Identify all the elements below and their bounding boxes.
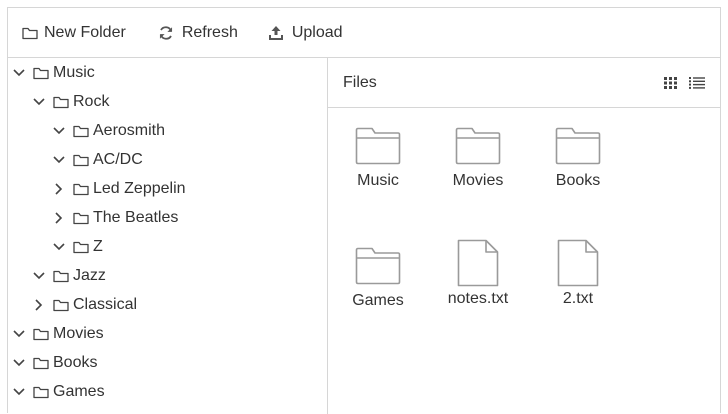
tree-node[interactable]: Movies: [11, 319, 104, 348]
chevron-down-icon[interactable]: [51, 239, 67, 255]
folder-tile[interactable]: Games: [333, 246, 423, 336]
tree-node[interactable]: AC/DC: [51, 145, 143, 174]
folder-icon: [73, 182, 89, 196]
tile-label: notes.txt: [447, 290, 509, 307]
tree-node[interactable]: Classical: [31, 290, 137, 319]
tree-node-label: Aerosmith: [93, 121, 166, 139]
tree-node[interactable]: Games: [11, 377, 105, 406]
folder-icon: [533, 126, 623, 166]
list-view-icon[interactable]: [688, 74, 706, 92]
refresh-icon: [159, 25, 172, 40]
tree-node-label: Classical: [73, 295, 138, 313]
folder-icon: [333, 246, 423, 286]
folder-icon: [33, 327, 49, 341]
tree-node-label: Music: [53, 63, 95, 81]
view-switcher: [654, 74, 706, 92]
chevron-right-icon[interactable]: [31, 297, 47, 313]
tree-node[interactable]: Z: [51, 232, 103, 261]
new-folder-label: New Folder: [44, 23, 126, 41]
file-icon: [533, 238, 623, 288]
tree-node[interactable]: Books: [11, 348, 97, 377]
tree-node-label: Movies: [53, 324, 104, 342]
file-tile[interactable]: notes.txt: [433, 239, 523, 336]
folder-icon: [73, 211, 89, 225]
tree-node-label: Games: [53, 382, 105, 400]
chevron-down-icon[interactable]: [51, 152, 67, 168]
tree-node-label: The Beatles: [93, 208, 179, 226]
chevron-down-icon[interactable]: [11, 65, 27, 81]
tree-node-label: AC/DC: [93, 150, 143, 168]
file-manager: New Folder Refresh Upload Music Rock Aeros…: [7, 7, 721, 414]
chevron-right-icon[interactable]: [51, 210, 67, 226]
tile-label: Games: [352, 292, 404, 309]
folder-icon: [33, 385, 49, 399]
folder-icon: [53, 298, 69, 312]
chevron-right-icon[interactable]: [51, 181, 67, 197]
folder-tile[interactable]: Movies: [433, 126, 523, 216]
folder-icon: [73, 240, 89, 254]
folder-icon: [53, 95, 69, 109]
chevron-down-icon[interactable]: [51, 123, 67, 139]
toolbar: New Folder Refresh Upload: [8, 8, 720, 58]
file-icon: [433, 238, 523, 288]
folder-icon: [73, 124, 89, 138]
folder-tree: Music Rock Aerosmith AC/DC Led Zeppelin The B…: [8, 58, 328, 414]
tile-label: Music: [357, 172, 399, 189]
tile-label: Movies: [452, 172, 504, 189]
refresh-label: Refresh: [181, 23, 238, 41]
folder-icon: [22, 27, 38, 39]
file-tile[interactable]: 2.txt: [533, 239, 623, 336]
folder-icon: [73, 153, 89, 167]
upload-label: Upload: [291, 23, 343, 41]
tree-node-label: Z: [93, 237, 103, 255]
tile-label: 2.txt: [562, 290, 594, 307]
upload-icon: [268, 25, 283, 40]
folder-icon: [53, 269, 69, 283]
folder-tile[interactable]: Music: [333, 126, 423, 216]
files-pane: Files Music Movies Books Games notes.txt…: [328, 58, 720, 414]
tree-node[interactable]: The Beatles: [51, 203, 178, 232]
tree-node-label: Books: [53, 353, 98, 371]
chevron-down-icon[interactable]: [11, 326, 27, 342]
tree-node-label: Led Zeppelin: [93, 179, 186, 197]
tree-node-label: Rock: [73, 92, 110, 110]
new-folder-button[interactable]: New Folder: [22, 16, 126, 50]
folder-icon: [433, 126, 523, 166]
tree-node[interactable]: Led Zeppelin: [51, 174, 186, 203]
chevron-down-icon[interactable]: [31, 268, 47, 284]
chevron-down-icon[interactable]: [11, 355, 27, 371]
tree-node[interactable]: Music: [11, 58, 95, 87]
tree-node[interactable]: Aerosmith: [51, 116, 165, 145]
chevron-down-icon[interactable]: [11, 384, 27, 400]
grid-view-icon[interactable]: [662, 74, 680, 92]
tree-node[interactable]: Jazz: [31, 261, 106, 290]
tree-node[interactable]: Rock: [31, 87, 109, 116]
refresh-button[interactable]: Refresh: [158, 16, 238, 50]
chevron-down-icon[interactable]: [31, 94, 47, 110]
folder-icon: [33, 66, 49, 80]
folder-tile[interactable]: Books: [533, 126, 623, 216]
tree-node-label: Jazz: [73, 266, 106, 284]
folder-icon: [33, 356, 49, 370]
folder-icon: [333, 126, 423, 166]
files-pane-title: Files: [343, 73, 377, 91]
files-pane-header: Files: [328, 58, 720, 108]
upload-button[interactable]: Upload: [268, 16, 343, 50]
tile-label: Books: [555, 172, 601, 189]
